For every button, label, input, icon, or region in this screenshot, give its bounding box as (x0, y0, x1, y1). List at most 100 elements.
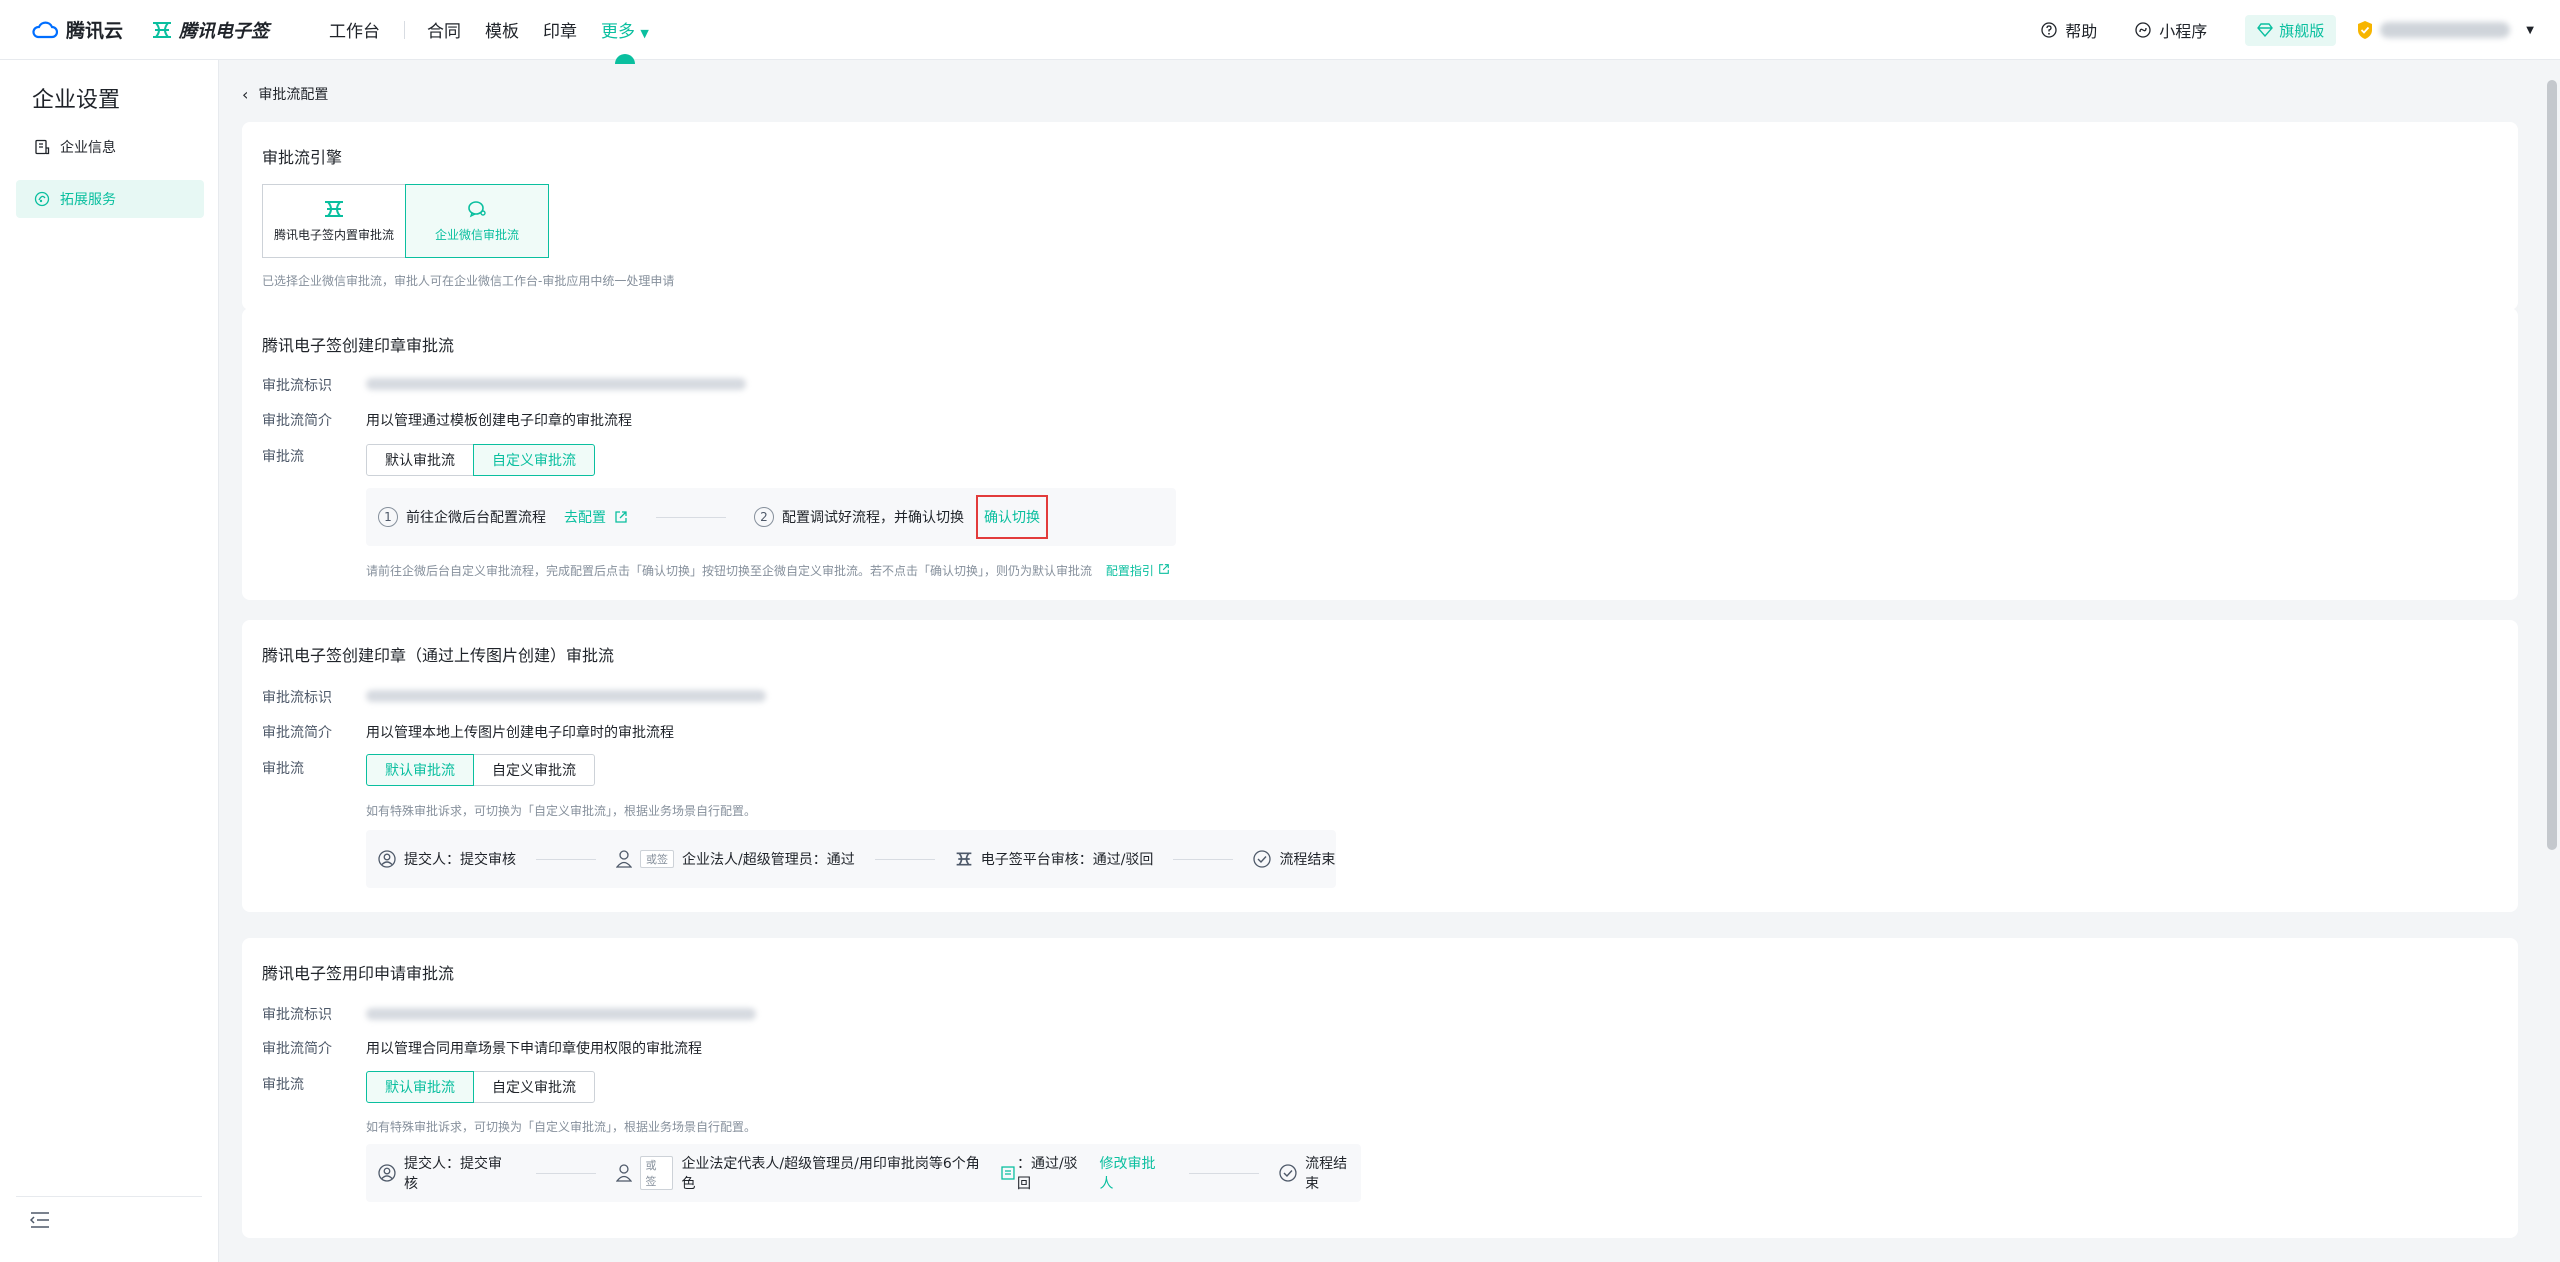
default-flow-steps: 提交人：提交审核 或签 企业法人/超级管理员：通过 电子签平台审核：通过/驳回 … (366, 830, 1336, 888)
desc-label: 审批流简介 (262, 413, 332, 429)
nav-divider (404, 20, 406, 39)
default-flow-button[interactable]: 默认审批流 (366, 1071, 474, 1103)
miniprogram-icon (2135, 22, 2151, 38)
engine-option-builtin[interactable]: 腾讯电子签内置审批流 (262, 184, 406, 258)
flow-step-approver: 或签 企业法定代表人/超级管理员/用印审批岗等6个角色 ：通过/驳回 修改审批人 (615, 1153, 1170, 1193)
end-text: 流程结束 (1305, 1156, 1348, 1192)
flow-id-value (366, 1008, 756, 1020)
user-circle-icon (378, 1164, 396, 1182)
diamond-icon (2257, 23, 2274, 37)
flow-step-approver: 或签 企业法人/超级管理员：通过 (616, 849, 855, 869)
top-bar: 腾讯云 腾讯电子签 工作台 合同 模板 印章 更多 ▼ 帮助 小程序 旗舰版 ▼ (0, 0, 2560, 64)
miniprogram-label: 小程序 (2159, 22, 2208, 41)
step-connector (1189, 1172, 1260, 1174)
step-connector (656, 516, 726, 518)
card2-title: 腾讯电子签创建印章（通过上传图片创建）审批流 (262, 646, 615, 665)
external-link-icon[interactable] (614, 510, 628, 524)
custom-flow-steps: 1 前往企微后台配置流程 去配置 2 配置调试好流程，并确认切换 确认切换 (366, 488, 1176, 546)
or-sign-tag: 或签 (639, 1156, 674, 1190)
brand2-text: 腾讯电子签 (179, 20, 270, 42)
engine-card: 审批流引擎 腾讯电子签内置审批流 企业微信审批流 已选择企业微信审批流，审批人可… (242, 122, 2518, 310)
custom-flow-button[interactable]: 自定义审批流 (473, 444, 595, 476)
external-link-icon[interactable] (1158, 563, 1170, 575)
list-icon[interactable] (1001, 1166, 1015, 1180)
id-label: 审批流标识 (262, 1007, 332, 1023)
user-circle-icon (378, 850, 396, 868)
collapse-menu-icon[interactable] (29, 1211, 50, 1229)
user-account[interactable] (2380, 22, 2511, 38)
card2-hint: 如有特殊审批诉求，可切换为「自定义审批流」，根据业务场景自行配置。 (366, 804, 757, 818)
engine-option-wecom[interactable]: 企业微信审批流 (405, 184, 549, 258)
edition-badge[interactable]: 旗舰版 (2245, 14, 2337, 46)
id-label: 审批流标识 (262, 378, 332, 394)
card3-desc: 用以管理合同用章场景下申请印章使用权限的审批流程 (366, 1041, 702, 1057)
flow-type-toggle: 默认审批流 自定义审批流 (366, 1071, 595, 1103)
card3-hint: 如有特殊审批诉求，可切换为「自定义审批流」，根据业务场景自行配置。 (366, 1120, 757, 1134)
nav-contract[interactable]: 合同 (427, 17, 461, 42)
question-circle-icon (2041, 22, 2057, 38)
verified-shield-icon (2358, 21, 2373, 39)
flow-label: 审批流 (262, 1077, 304, 1093)
config-guide-link[interactable]: 配置指引 (1106, 564, 1154, 578)
engine-option-label: 企业微信审批流 (434, 227, 519, 242)
modify-approver-link[interactable]: 修改审批人 (1100, 1153, 1170, 1193)
user-icon (615, 1164, 632, 1182)
brand1-text: 腾讯云 (66, 20, 124, 42)
step2-text: 配置调试好流程，并确认切换 (782, 510, 964, 526)
submit-text: 提交人：提交审核 (403, 1156, 502, 1192)
sidebar-title: 企业设置 (32, 88, 121, 113)
nav-seal[interactable]: 印章 (543, 17, 577, 42)
confirm-switch-button[interactable]: 确认切换 (976, 495, 1048, 539)
help-button[interactable]: 帮助 (2041, 18, 2097, 42)
step-connector (1173, 858, 1234, 860)
sidebar-item-extended-services[interactable]: 拓展服务 (16, 180, 204, 218)
step-connector (536, 858, 596, 860)
nav-more-label: 更多 (601, 22, 636, 42)
tencent-cloud-logo[interactable]: 腾讯云 (32, 16, 123, 43)
sidebar: 企业设置 企业信息 拓展服务 (0, 60, 219, 1262)
step-1: 1 前往企微后台配置流程 去配置 (378, 507, 628, 527)
go-configure-link[interactable]: 去配置 (564, 507, 606, 527)
approver-text: 企业法人/超级管理员：通过 (682, 852, 855, 868)
sidebar-footer (16, 1196, 202, 1233)
default-flow-steps: 提交人：提交审核 或签 企业法定代表人/超级管理员/用印审批岗等6个角色 ：通过… (366, 1144, 1361, 1202)
sidebar-item-company-info[interactable]: 企业信息 (16, 128, 204, 166)
step-number-2: 2 (754, 507, 774, 527)
custom-flow-button[interactable]: 自定义审批流 (473, 754, 595, 786)
card2-desc: 用以管理本地上传图片创建电子印章时的审批流程 (366, 725, 674, 741)
flow-id-value (366, 690, 766, 702)
default-flow-button[interactable]: 默认审批流 (366, 444, 474, 476)
esign-logo-icon (153, 21, 172, 38)
seal-upload-flow-card: 腾讯电子签创建印章（通过上传图片创建）审批流 审批流标识 审批流简介 用以管理本… (242, 620, 2518, 912)
id-label: 审批流标识 (262, 690, 332, 706)
custom-flow-button[interactable]: 自定义审批流 (473, 1071, 595, 1103)
breadcrumb-title: 审批流配置 (258, 87, 329, 103)
flow-step-submit: 提交人：提交审核 (378, 1153, 516, 1193)
submit-text: 提交人：提交审核 (404, 852, 516, 868)
edition-label: 旗舰版 (2279, 21, 2325, 40)
help-label: 帮助 (2065, 22, 2098, 41)
esign-logo-icon (956, 852, 972, 866)
scrollbar-thumb[interactable] (2547, 80, 2557, 850)
esign-logo[interactable]: 腾讯电子签 (151, 17, 269, 43)
end-text: 流程结束 (1279, 852, 1336, 868)
engine-selector: 腾讯电子签内置审批流 企业微信审批流 (262, 184, 549, 258)
flow-id-value (366, 378, 746, 390)
nav-template[interactable]: 模板 (485, 17, 519, 42)
default-flow-button[interactable]: 默认审批流 (366, 754, 474, 786)
breadcrumb: ‹ 审批流配置 (242, 84, 328, 104)
nav-more[interactable]: 更多 ▼ (601, 17, 649, 64)
step-number-1: 1 (378, 507, 398, 527)
miniprogram-button[interactable]: 小程序 (2135, 18, 2207, 42)
user-icon (616, 850, 632, 868)
step-2: 2 配置调试好流程，并确认切换 确认切换 (754, 495, 1048, 539)
flow-type-toggle: 默认审批流 自定义审批流 (366, 444, 595, 476)
page-scrollbar[interactable] (2544, 70, 2558, 1260)
back-chevron-icon[interactable]: ‹ (242, 85, 248, 104)
check-circle-icon (1279, 1164, 1297, 1182)
account-caret-icon[interactable]: ▼ (2526, 25, 2534, 36)
flow-step-end: 流程结束 (1279, 1153, 1361, 1193)
nav-workbench[interactable]: 工作台 (329, 17, 380, 42)
flow-step-platform: 电子签平台审核：通过/驳回 (955, 849, 1153, 869)
document-icon (35, 139, 50, 155)
